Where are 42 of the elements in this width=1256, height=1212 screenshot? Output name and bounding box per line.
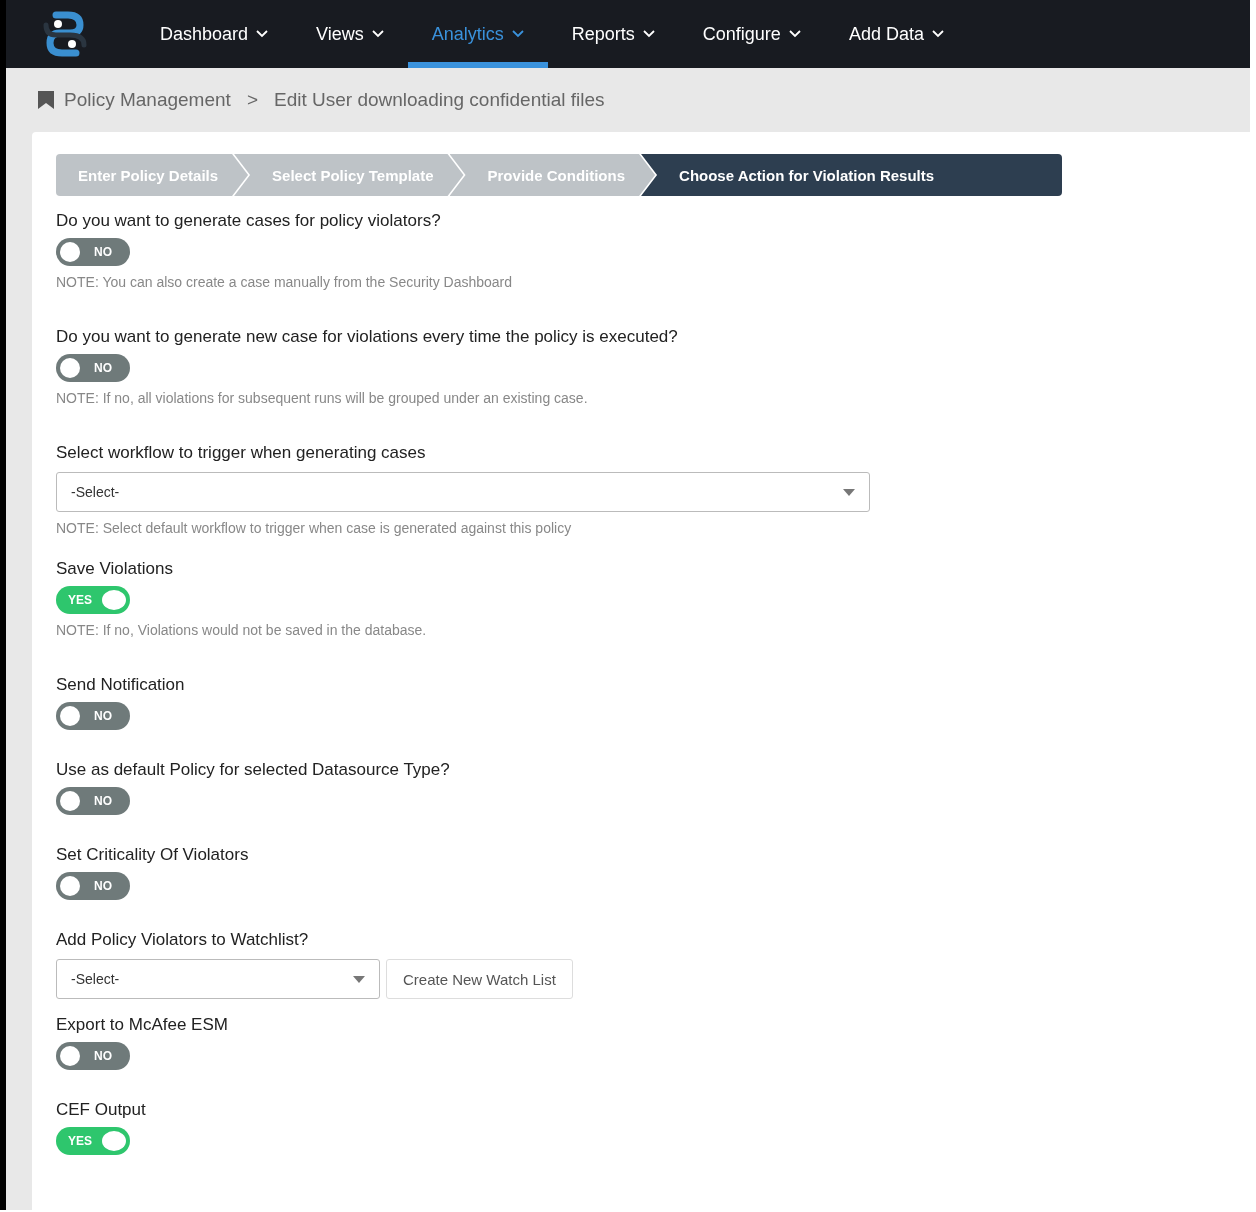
watchlist-dropdown[interactable]: -Select- [56, 959, 380, 999]
nav-menu-item[interactable]: Add Data [824, 0, 968, 68]
note-text: NOTE: Select default workflow to trigger when case is generated against this policy [56, 520, 573, 536]
note-text: NOTE: You can also create a case manually from the Security Dashboard [56, 274, 513, 290]
field-label: Use as default Policy for selected Datasource Type? [56, 759, 451, 781]
caret-icon [843, 489, 855, 496]
field-label: Select workflow to trigger when generating cases [56, 442, 427, 464]
toggle-switch[interactable]: NO [56, 872, 130, 900]
note-text: NOTE: If no, Violations would not be saved in the database. [56, 622, 428, 638]
toggle-switch[interactable]: NO [56, 354, 130, 382]
field-label: CEF Output [56, 1099, 147, 1121]
field-label: Add Policy Violators to Watchlist? [56, 929, 310, 951]
field-label: Do you want to generate new case for violations every time the policy is executed? [56, 326, 679, 348]
wizard-step[interactable]: Choose Action for Violation Results [641, 154, 1062, 196]
toggle-switch[interactable]: NO [56, 1042, 130, 1070]
nav-menu-item[interactable]: Configure [678, 0, 825, 68]
nav-menu-item[interactable]: Dashboard [136, 0, 293, 68]
create-watchlist-button[interactable]: Create New Watch List [386, 959, 573, 999]
caret-icon [371, 30, 384, 38]
bookmark-icon [38, 91, 54, 109]
field-label: Save Violations [56, 558, 174, 580]
caret-icon [256, 30, 269, 38]
caret-icon [642, 30, 655, 38]
toggle-switch[interactable]: NO [56, 238, 130, 266]
caret-icon [511, 30, 524, 38]
breadcrumb-link[interactable]: Policy Management [64, 89, 231, 111]
breadcrumb-current: Edit User downloading confidential files [274, 89, 605, 111]
workflow-dropdown[interactable]: -Select- [56, 472, 870, 512]
toggle-switch[interactable]: NO [56, 702, 130, 730]
note-text: NOTE: If no, all violations for subsequent runs will be grouped under an existing case. [56, 390, 589, 406]
toggle-switch[interactable]: NO [56, 787, 130, 815]
caret-icon [931, 30, 944, 38]
field-label: Export to McAfee ESM [56, 1014, 229, 1036]
nav-menu-item[interactable]: Views [292, 0, 408, 68]
caret-icon [788, 30, 801, 38]
field-label: Send Notification [56, 674, 186, 696]
field-label: Do you want to generate cases for policy violators? [56, 210, 442, 232]
breadcrumb-separator: > [246, 89, 258, 111]
caret-icon [353, 976, 365, 983]
nav-menu-item[interactable]: Reports [547, 0, 679, 68]
nav-menu-item[interactable]: Analytics [407, 0, 548, 68]
field-label: Set Criticality Of Violators [56, 844, 250, 866]
